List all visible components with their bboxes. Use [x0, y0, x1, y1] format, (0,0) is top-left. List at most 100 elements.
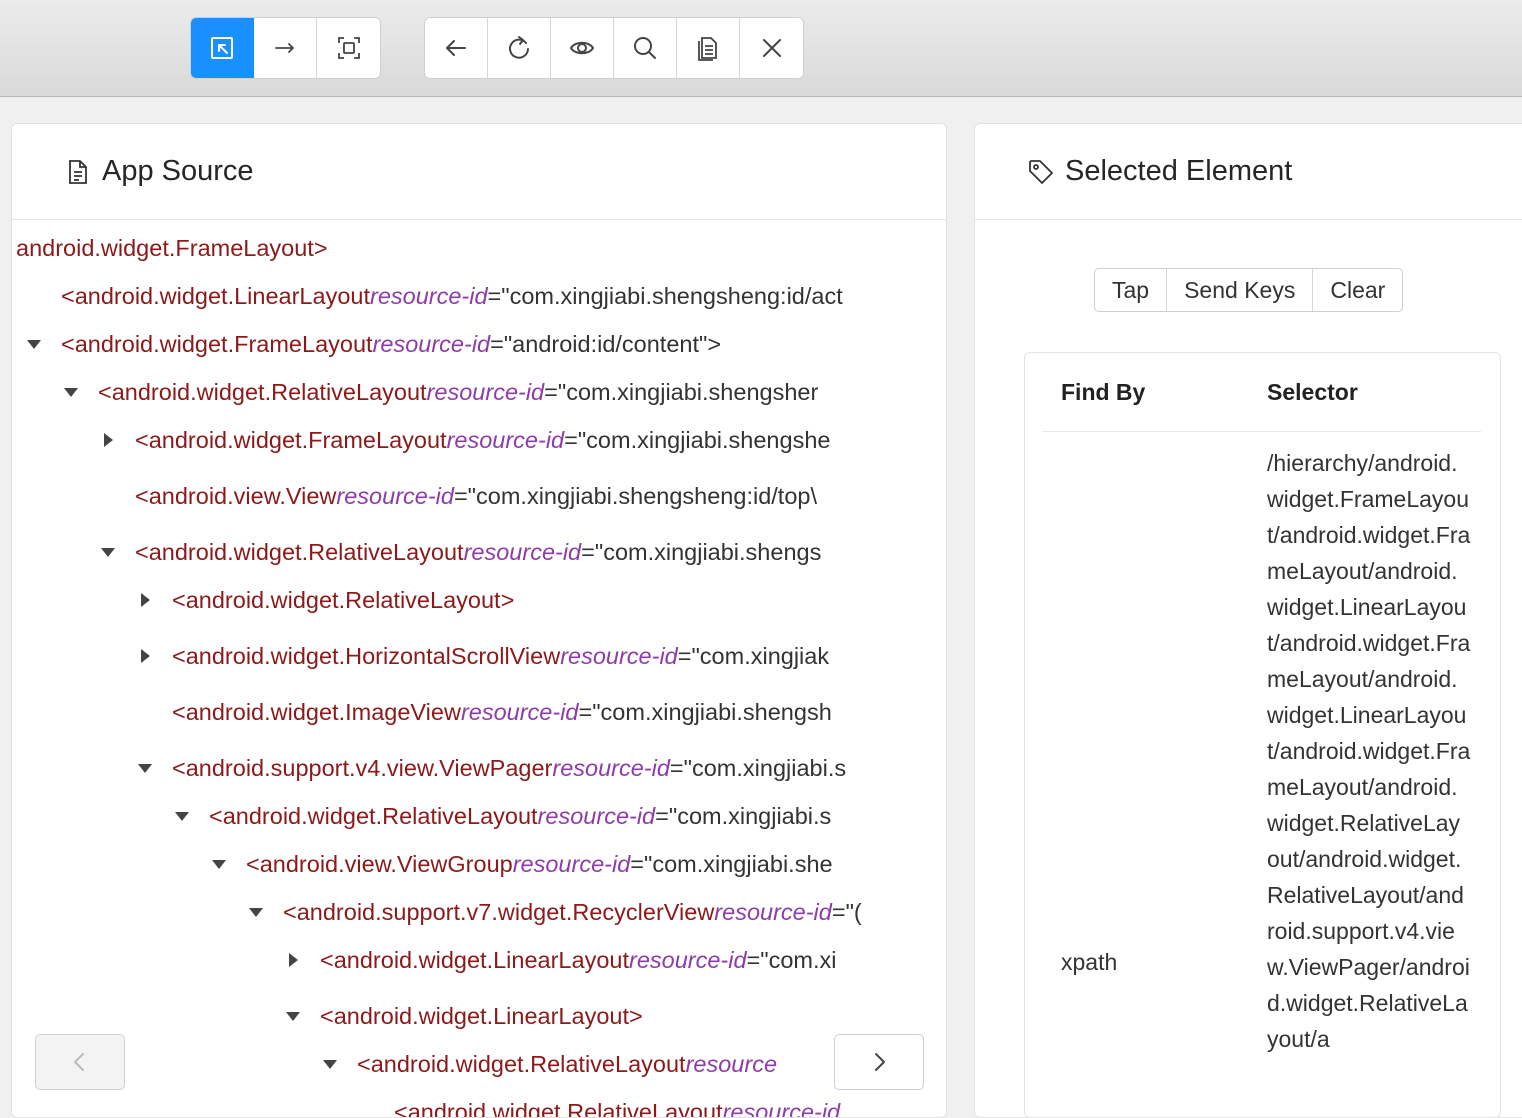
tree-node[interactable]: android.widget.FrameLayout> [12, 230, 918, 266]
node-value: ="com.xingjiabi.shengs [581, 538, 822, 565]
eye-icon [569, 41, 595, 55]
node-attribute: resource-id [552, 754, 670, 781]
node-attribute: resource-id [460, 698, 579, 725]
toggle-visibility-button[interactable] [551, 18, 614, 78]
chevron-right-icon [875, 1053, 885, 1071]
node-attribute: resource-id [537, 802, 656, 829]
selector-header: Selector [1267, 379, 1358, 405]
back-arrow-icon [446, 40, 466, 56]
selected-element-title: Selected Element [1065, 155, 1293, 187]
caret-down-icon[interactable] [286, 1011, 300, 1021]
app-source-panel: App Source android.widget.FrameLayout> <a… [11, 123, 947, 1118]
node-tag: <android.widget.LinearLayout [320, 946, 629, 973]
toolbar [0, 0, 1522, 97]
node-tag: <android.view.View [135, 482, 337, 509]
node-value: ="android:id/content"> [490, 330, 722, 357]
tree-node[interactable]: <android.widget.ImageView resource-id ="c… [12, 694, 918, 730]
tap-by-coordinates-button[interactable] [317, 18, 380, 78]
scroll-right-button[interactable] [834, 1034, 924, 1090]
refresh-button[interactable] [488, 18, 551, 78]
caret-down-icon[interactable] [249, 907, 263, 917]
tap-button[interactable]: Tap [1095, 269, 1168, 311]
select-element-icon [211, 37, 233, 59]
tag-icon [1027, 158, 1055, 186]
tree-node[interactable]: <android.widget.LinearLayout> [12, 998, 918, 1034]
caret-down-icon[interactable] [138, 763, 152, 773]
caret-down-icon[interactable] [64, 387, 78, 397]
node-attribute: resource-id [446, 426, 565, 453]
node-value: ="com.xingjiabi.she [630, 850, 833, 877]
header-divider [1043, 431, 1481, 432]
node-tag: <android.widget.RelativeLayout [98, 378, 427, 405]
tree-node[interactable]: <android.widget.RelativeLayout resource-… [12, 374, 918, 410]
tree-node[interactable]: <android.view.ViewGroup resource-id ="com… [12, 846, 918, 882]
file-text-icon [64, 158, 92, 186]
tree-node[interactable]: <android.widget.RelativeLayout resource-… [12, 1094, 918, 1118]
toolbar-group-actions [424, 17, 804, 79]
caret-right-icon[interactable] [141, 593, 150, 607]
back-button[interactable] [425, 18, 488, 78]
tree-node[interactable]: <android.widget.FrameLayout resource-id =… [12, 326, 918, 362]
find-by-header: Find By [1061, 379, 1146, 405]
node-tag: <android.widget.RelativeLayout [357, 1050, 686, 1077]
select-elements-button[interactable] [191, 18, 254, 78]
node-attribute: resource-id [714, 898, 832, 925]
copy-xml-button[interactable] [677, 18, 740, 78]
search-icon [634, 37, 656, 59]
node-tag: <android.widget.RelativeLayout [209, 802, 538, 829]
node-attribute: resource-id [629, 946, 747, 973]
tree-node[interactable]: <android.support.v7.widget.RecyclerView … [12, 894, 918, 930]
tree-node[interactable]: <android.widget.LinearLayout resource-id… [12, 942, 918, 978]
send-keys-button[interactable]: Send Keys [1167, 269, 1314, 311]
caret-right-icon[interactable] [104, 433, 113, 447]
element-actions: Tap Send Keys Clear [1094, 268, 1404, 312]
tree-node[interactable]: <android.widget.RelativeLayout resource [12, 1046, 918, 1082]
caret-down-icon[interactable] [27, 339, 41, 349]
quit-session-button[interactable] [740, 18, 803, 78]
caret-down-icon[interactable] [212, 859, 226, 869]
tree-node[interactable]: <android.widget.RelativeLayout resource-… [12, 798, 918, 834]
refresh-icon [509, 36, 529, 59]
node-tag: <android.widget.RelativeLayout [135, 538, 464, 565]
tree-node[interactable]: <android.view.View resource-id ="com.xing… [12, 478, 918, 514]
node-tag: <android.widget.FrameLayout [61, 330, 373, 357]
caret-right-icon[interactable] [141, 649, 150, 663]
tree-node[interactable]: <android.widget.RelativeLayout> [12, 582, 918, 618]
node-tag: <android.widget.ImageView [172, 698, 461, 725]
node-attribute: resource-id [336, 482, 454, 509]
app-source-title: App Source [102, 155, 254, 187]
selector-cell[interactable]: /hierarchy/android.widget.FrameLayout/an… [1267, 445, 1471, 1057]
node-attribute: resource [685, 1050, 778, 1077]
tree-node[interactable]: <android.widget.FrameLayout resource-id =… [12, 422, 918, 458]
clear-button[interactable]: Clear [1313, 269, 1402, 311]
copy-xml-icon [698, 37, 717, 61]
tree-node[interactable]: <android.widget.RelativeLayout resource-… [12, 534, 918, 570]
node-tag: <android.view.ViewGroup [246, 850, 513, 877]
node-tag: <android.support.v4.view.ViewPager [172, 754, 553, 781]
node-value: ="com.xingjiabi.shengsheng:id/top\ [453, 482, 817, 509]
node-tag: <android.widget.RelativeLayout [394, 1098, 723, 1118]
selected-element-header: Selected Element [975, 124, 1522, 220]
node-value: ="com.xingjiabi.s [669, 754, 847, 781]
node-tag: <android.widget.RelativeLayout> [172, 586, 515, 613]
tree-node[interactable]: <android.widget.HorizontalScrollView res… [12, 638, 918, 674]
caret-down-icon[interactable] [101, 547, 115, 557]
search-button[interactable] [614, 18, 677, 78]
swipe-button[interactable] [254, 18, 317, 78]
caret-down-icon[interactable] [323, 1059, 337, 1069]
node-attribute: resource-id [512, 850, 631, 877]
node-value: ="com.xingjiak [677, 642, 830, 669]
close-icon [762, 39, 781, 57]
tree-node[interactable]: <android.widget.LinearLayout resource-id… [12, 278, 918, 314]
node-value: ="com.xingjiabi.shengsh [578, 698, 832, 725]
node-tag: <android.support.v7.widget.RecyclerView [283, 898, 715, 925]
scroll-left-button[interactable] [35, 1034, 125, 1090]
caret-down-icon[interactable] [175, 811, 189, 821]
caret-right-icon[interactable] [289, 953, 298, 967]
tree-node[interactable]: <android.support.v4.view.ViewPager resou… [12, 750, 918, 786]
toolbar-group-modes [190, 17, 381, 79]
node-tag: <android.widget.LinearLayout> [320, 1002, 643, 1029]
node-tag: android.widget.FrameLayout> [16, 234, 328, 261]
app-source-header: App Source [12, 124, 946, 220]
node-value: ="com.xi [746, 946, 837, 973]
